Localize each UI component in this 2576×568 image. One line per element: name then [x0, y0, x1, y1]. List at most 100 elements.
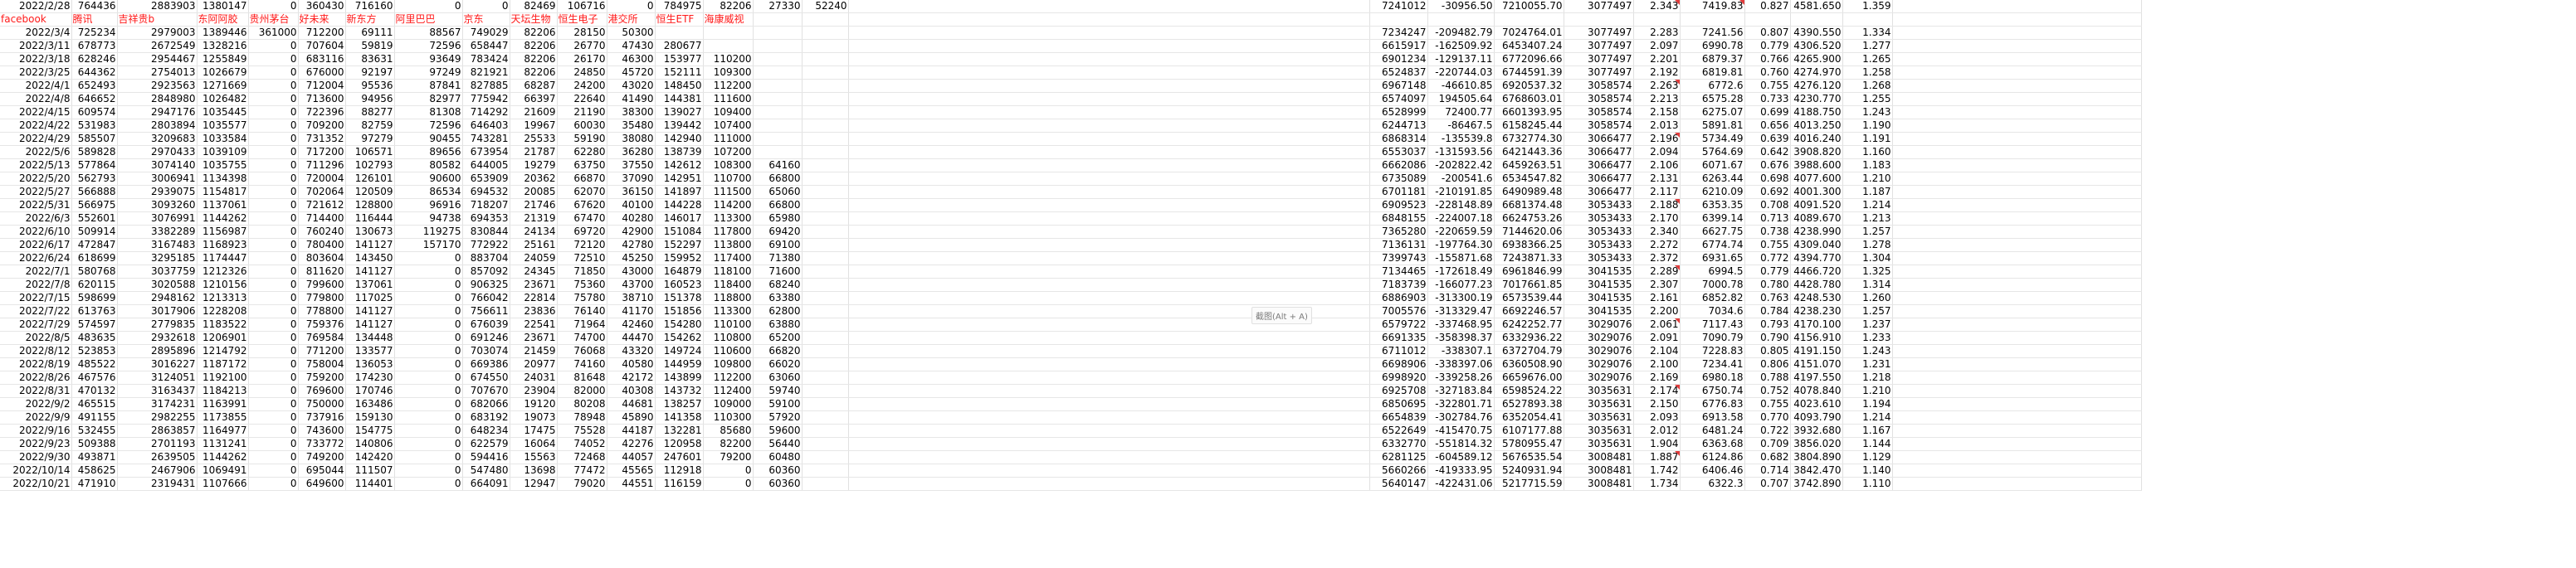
value-cell[interactable]: 3041535 — [1564, 304, 1634, 318]
value-cell[interactable]: 154280 — [655, 318, 704, 332]
value-cell[interactable]: 21190 — [557, 105, 607, 119]
value-cell[interactable]: 759376 — [298, 318, 346, 332]
value-cell[interactable]: 562793 — [71, 172, 118, 186]
value-cell[interactable] — [802, 450, 849, 464]
value-cell[interactable]: 5764.69 — [1680, 145, 1745, 159]
value-cell[interactable]: 63880 — [753, 318, 803, 332]
empty-cell[interactable] — [848, 145, 1370, 159]
value-cell[interactable]: -337468.95 — [1427, 318, 1495, 332]
value-cell[interactable]: 40280 — [607, 211, 656, 226]
value-cell[interactable]: 4306.520 — [1790, 39, 1843, 53]
value-cell[interactable]: 2.161 — [1633, 291, 1681, 305]
value-cell[interactable]: 471910 — [71, 477, 118, 491]
value-cell[interactable]: 609574 — [71, 105, 118, 119]
value-cell[interactable]: 152297 — [655, 238, 704, 252]
value-cell[interactable]: 6352054.41 — [1494, 410, 1564, 425]
date-cell[interactable]: 2022/8/5 — [0, 331, 72, 345]
value-cell[interactable]: 779800 — [298, 291, 346, 305]
value-cell[interactable]: 1.887 — [1633, 450, 1681, 464]
value-cell[interactable]: 531983 — [71, 119, 118, 133]
value-cell[interactable]: 137061 — [345, 278, 395, 292]
column-label[interactable]: 新东方 — [345, 12, 395, 27]
value-cell[interactable]: 2701193 — [117, 437, 198, 451]
value-cell[interactable]: 2970433 — [117, 145, 198, 159]
value-cell[interactable]: 112918 — [655, 464, 704, 478]
empty-cell[interactable] — [1680, 12, 1745, 27]
value-cell[interactable]: 0.676 — [1744, 158, 1791, 172]
value-cell[interactable]: 2.093 — [1633, 410, 1681, 425]
value-cell[interactable]: 0.766 — [1744, 52, 1791, 66]
value-cell[interactable]: 694353 — [462, 211, 510, 226]
value-cell[interactable]: 0.805 — [1744, 344, 1791, 358]
value-cell[interactable]: 71600 — [753, 265, 803, 279]
value-cell[interactable]: 141127 — [345, 238, 395, 252]
value-cell[interactable]: -224007.18 — [1427, 211, 1495, 226]
value-cell[interactable]: 4151.070 — [1790, 357, 1843, 371]
column-label[interactable]: 阿里巴巴 — [394, 12, 463, 27]
value-cell[interactable]: 42900 — [607, 225, 656, 239]
value-cell[interactable]: 66800 — [753, 172, 803, 186]
value-cell[interactable]: 71380 — [753, 251, 803, 265]
value-cell[interactable]: 1213313 — [197, 291, 249, 305]
value-cell[interactable]: 36280 — [607, 145, 656, 159]
value-cell[interactable]: -202822.42 — [1427, 158, 1495, 172]
value-cell[interactable]: 3053433 — [1564, 198, 1634, 212]
empty-cell[interactable] — [1892, 0, 2142, 13]
value-cell[interactable]: 1206901 — [197, 331, 249, 345]
value-cell[interactable]: 1.194 — [1842, 397, 1893, 411]
value-cell[interactable]: 74160 — [557, 357, 607, 371]
value-cell[interactable]: 3053433 — [1564, 225, 1634, 239]
value-cell[interactable]: 361000 — [248, 26, 299, 40]
value-cell[interactable]: 707670 — [462, 384, 510, 398]
value-cell[interactable]: 6360508.90 — [1494, 357, 1564, 371]
value-cell[interactable]: 0 — [248, 211, 299, 226]
value-cell[interactable]: 725234 — [71, 26, 118, 40]
value-cell[interactable]: 0 — [394, 0, 463, 13]
value-cell[interactable]: 664091 — [462, 477, 510, 491]
value-cell[interactable]: 3035631 — [1564, 410, 1634, 425]
value-cell[interactable]: 6772.6 — [1680, 79, 1745, 93]
value-cell[interactable]: 141358 — [655, 410, 704, 425]
value-cell[interactable]: 63060 — [753, 371, 803, 385]
value-cell[interactable]: 16064 — [510, 437, 558, 451]
value-cell[interactable]: -220744.03 — [1427, 66, 1495, 80]
value-cell[interactable] — [753, 66, 803, 80]
value-cell[interactable]: 23671 — [510, 331, 558, 345]
value-cell[interactable]: 0 — [248, 357, 299, 371]
value-cell[interactable]: 66870 — [557, 172, 607, 186]
value-cell[interactable]: 775942 — [462, 92, 510, 106]
date-cell[interactable]: 2022/7/1 — [0, 265, 72, 279]
value-cell[interactable]: -313329.47 — [1427, 304, 1495, 318]
empty-cell[interactable] — [1892, 145, 2142, 159]
value-cell[interactable]: 88277 — [345, 105, 395, 119]
value-cell[interactable]: 107400 — [703, 119, 754, 133]
value-cell[interactable]: 1156987 — [197, 225, 249, 239]
value-cell[interactable]: 19279 — [510, 158, 558, 172]
value-cell[interactable]: 136053 — [345, 357, 395, 371]
value-cell[interactable]: 22541 — [510, 318, 558, 332]
empty-cell[interactable] — [848, 79, 1370, 93]
value-cell[interactable]: 0.709 — [1744, 437, 1791, 451]
value-cell[interactable]: 0 — [248, 105, 299, 119]
value-cell[interactable] — [753, 39, 803, 53]
value-cell[interactable]: 6421443.36 — [1494, 145, 1564, 159]
value-cell[interactable]: 45250 — [607, 251, 656, 265]
value-cell[interactable]: 69420 — [753, 225, 803, 239]
value-cell[interactable]: 759200 — [298, 371, 346, 385]
value-cell[interactable]: 803604 — [298, 251, 346, 265]
value-cell[interactable]: 4156.910 — [1790, 331, 1843, 345]
value-cell[interactable]: 3041535 — [1564, 278, 1634, 292]
value-cell[interactable]: 0 — [248, 185, 299, 199]
value-cell[interactable]: 0.755 — [1744, 397, 1791, 411]
value-cell[interactable]: 6776.83 — [1680, 397, 1745, 411]
empty-cell[interactable] — [848, 384, 1370, 398]
value-cell[interactable]: 6698906 — [1369, 357, 1428, 371]
value-cell[interactable]: 46300 — [607, 52, 656, 66]
value-cell[interactable]: -551814.32 — [1427, 437, 1495, 451]
value-cell[interactable]: 4091.520 — [1790, 198, 1843, 212]
value-cell[interactable]: 3842.470 — [1790, 464, 1843, 478]
value-cell[interactable]: 35480 — [607, 119, 656, 133]
value-cell[interactable]: 44551 — [607, 477, 656, 491]
value-cell[interactable]: 2947176 — [117, 105, 198, 119]
value-cell[interactable]: 811620 — [298, 265, 346, 279]
